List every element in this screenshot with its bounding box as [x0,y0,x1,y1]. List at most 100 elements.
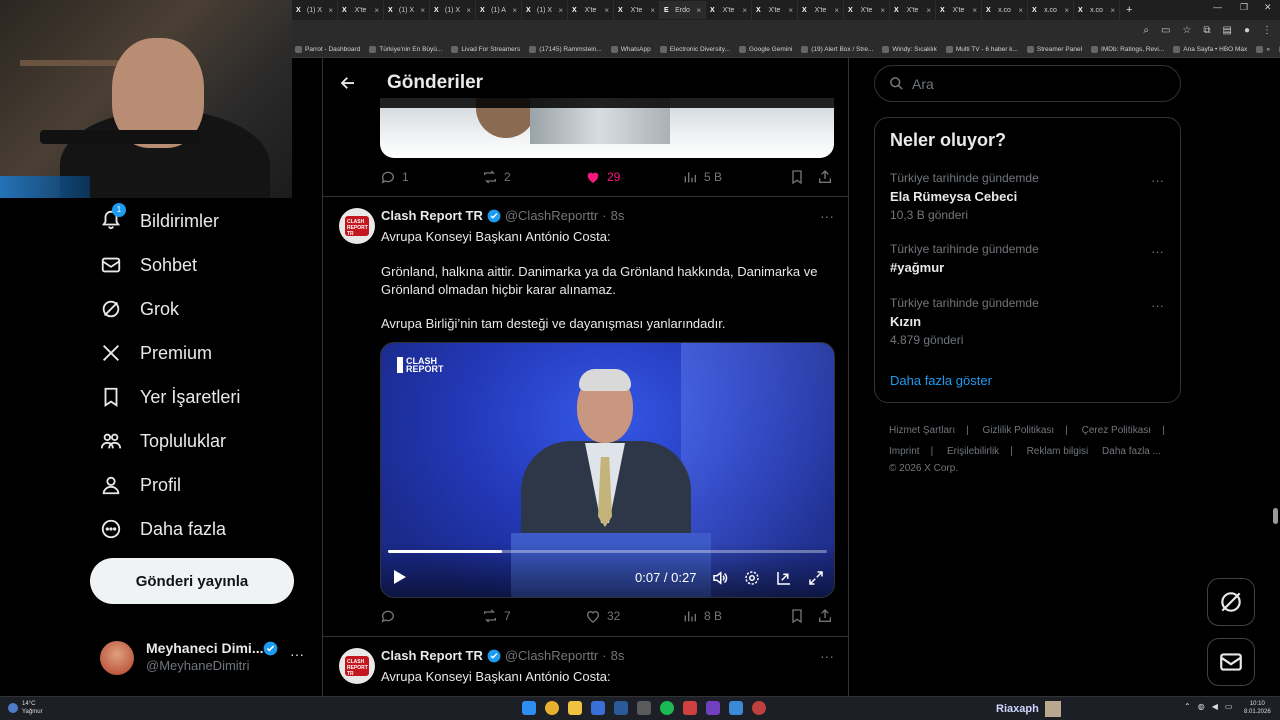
maximize-icon[interactable]: ❐ [1240,2,1248,13]
nav-premium[interactable]: Premium [100,338,212,368]
messages-floating-button[interactable] [1207,638,1255,686]
grok-floating-button[interactable] [1207,578,1255,626]
trend-more-icon[interactable]: ··· [1151,244,1164,259]
browser-tab[interactable]: X X'te × [936,1,982,19]
tab-close-icon[interactable]: × [742,6,747,15]
trend-item[interactable]: Türkiye tarihinde gündemde Kızın 4.879 g… [890,296,1170,347]
settings-gear-icon[interactable] [743,569,761,587]
footer-accessibility-link[interactable]: Erişilebilirlik [947,446,999,457]
bookmark-item[interactable]: Ana Sayfa • HBO Max [1173,46,1247,53]
bookmark-item[interactable]: Streamer Panel [1026,46,1082,53]
footer-terms-link[interactable]: Hizmet Şartları [889,425,955,436]
browser-tab[interactable]: X X'te × [752,1,798,19]
browser-tab[interactable]: E Erdo × [660,1,706,19]
browser-tab[interactable]: X X'te × [568,1,614,19]
chevron-up-icon[interactable]: ⌃ [1184,702,1191,711]
tab-close-icon[interactable]: × [926,6,931,15]
tab-close-icon[interactable]: × [420,6,425,15]
bookmark-item[interactable]: Google Gemini [738,46,792,53]
chrome-icon[interactable] [545,701,559,715]
browser-tab[interactable]: Xx.co × [1028,1,1074,19]
bookmark-icon[interactable] [789,608,805,624]
star-icon[interactable]: ☆ [1182,25,1191,36]
trend-more-icon[interactable]: ··· [1151,298,1164,313]
tab-close-icon[interactable]: × [972,6,977,15]
profile-icon[interactable]: ● [1244,25,1250,36]
app-icon[interactable] [591,701,605,715]
like-button[interactable]: 32 [585,608,682,624]
folder-icon[interactable] [568,701,582,715]
browser-tab[interactable]: X (1) X × [522,1,568,19]
bookmark-item[interactable]: Multi TV - 6 haber k... [945,46,1018,53]
app-icon[interactable] [752,701,766,715]
clock[interactable]: 10:10 8.01.2026 [1244,700,1271,716]
tab-close-icon[interactable]: × [1110,6,1115,15]
footer-privacy-link[interactable]: Gizlilik Politikası [983,425,1055,436]
video-player[interactable]: CLASH REPORT 0:07 / 0:27 [380,342,835,598]
post-button[interactable]: Gönderi yayınla [90,558,294,604]
cast-icon[interactable]: ▭ [1161,25,1170,36]
like-button[interactable]: 29 [585,169,682,185]
reply-button[interactable] [380,608,482,624]
tweet-avatar[interactable]: CLASH REPORT TR [339,208,375,244]
tab-close-icon[interactable]: × [558,6,563,15]
account-more-icon[interactable]: ··· [290,646,304,662]
browser-tab[interactable]: X X'te × [890,1,936,19]
app-icon[interactable] [729,701,743,715]
tab-close-icon[interactable]: × [696,6,701,15]
tab-close-icon[interactable]: × [880,6,885,15]
browser-tab[interactable]: Xx.co × [982,1,1028,19]
share-icon[interactable] [817,608,833,624]
volume-icon[interactable] [711,569,729,587]
browser-address-bar[interactable]: ⌕ ▭ ☆ ⧉ ▤ ● ⋮ [292,20,1280,42]
tab-close-icon[interactable]: × [788,6,793,15]
back-arrow-icon[interactable] [339,74,357,92]
views-button[interactable]: 5 B [682,169,789,185]
footer-imprint-link[interactable]: Imprint [889,446,920,457]
author-name[interactable]: Clash Report TR [381,648,483,663]
author-name[interactable]: Clash Report TR [381,208,483,223]
page-scrollbar[interactable] [1273,508,1278,524]
browser-tab[interactable]: X X'te × [798,1,844,19]
extensions-icon[interactable]: ⧉ [1203,25,1210,36]
start-icon[interactable] [522,701,536,715]
network-icon[interactable]: ◍ [1198,702,1205,711]
tab-close-icon[interactable]: × [604,6,609,15]
tab-close-icon[interactable]: × [466,6,471,15]
steam-icon[interactable] [614,701,628,715]
fullscreen-icon[interactable] [807,569,825,587]
tab-close-icon[interactable]: × [650,6,655,15]
search-input[interactable]: Ara [874,65,1181,102]
zoom-icon[interactable]: ⌕ [1143,25,1149,36]
nav-communities[interactable]: Topluluklar [100,426,226,456]
browser-tab[interactable]: X (1) X × [292,1,338,19]
trend-item[interactable]: Türkiye tarihinde gündemde Ela Rümeysa C… [890,171,1170,222]
bookmark-item[interactable]: » [1256,46,1270,53]
browser-tab[interactable]: X X'te × [706,1,752,19]
browser-tab[interactable]: Xx.co × [1074,1,1120,19]
streamer-widget[interactable]: Riaxaph [996,701,1061,717]
nav-more[interactable]: Daha fazla [100,514,226,544]
browser-tab[interactable]: X (1) X × [384,1,430,19]
show-more-link[interactable]: Daha fazla göster [890,373,992,388]
nav-grok[interactable]: Grok [100,294,179,324]
bookmark-item[interactable]: Livad For Streamers [451,46,520,53]
tweet-more-icon[interactable]: ··· [820,648,834,664]
browser-tab[interactable]: X X'te × [338,1,384,19]
app-icon[interactable] [683,701,697,715]
nav-bookmarks[interactable]: Yer İşaretleri [100,382,240,412]
tweet-avatar[interactable]: CLASH REPORT TR [339,648,375,684]
author-handle[interactable]: @ClashReporttr [505,208,598,223]
trend-more-icon[interactable]: ··· [1151,173,1164,188]
minimize-icon[interactable]: — [1213,2,1222,12]
bookmark-item[interactable]: Türkiye'nin En Büyü... [369,46,442,53]
repost-button[interactable]: 2 [482,169,585,185]
video-progress-bar[interactable] [388,550,827,553]
tweet-more-icon[interactable]: ··· [820,208,834,224]
close-window-icon[interactable]: ✕ [1264,2,1272,13]
nav-profile[interactable]: Profil [100,470,181,500]
browser-tab[interactable]: X (1) X × [430,1,476,19]
browser-menu-icon[interactable]: ⋮ [1262,25,1272,36]
bookmark-item[interactable]: (17145) Rammstein... [529,46,602,53]
new-tab-button[interactable]: + [1120,4,1132,16]
